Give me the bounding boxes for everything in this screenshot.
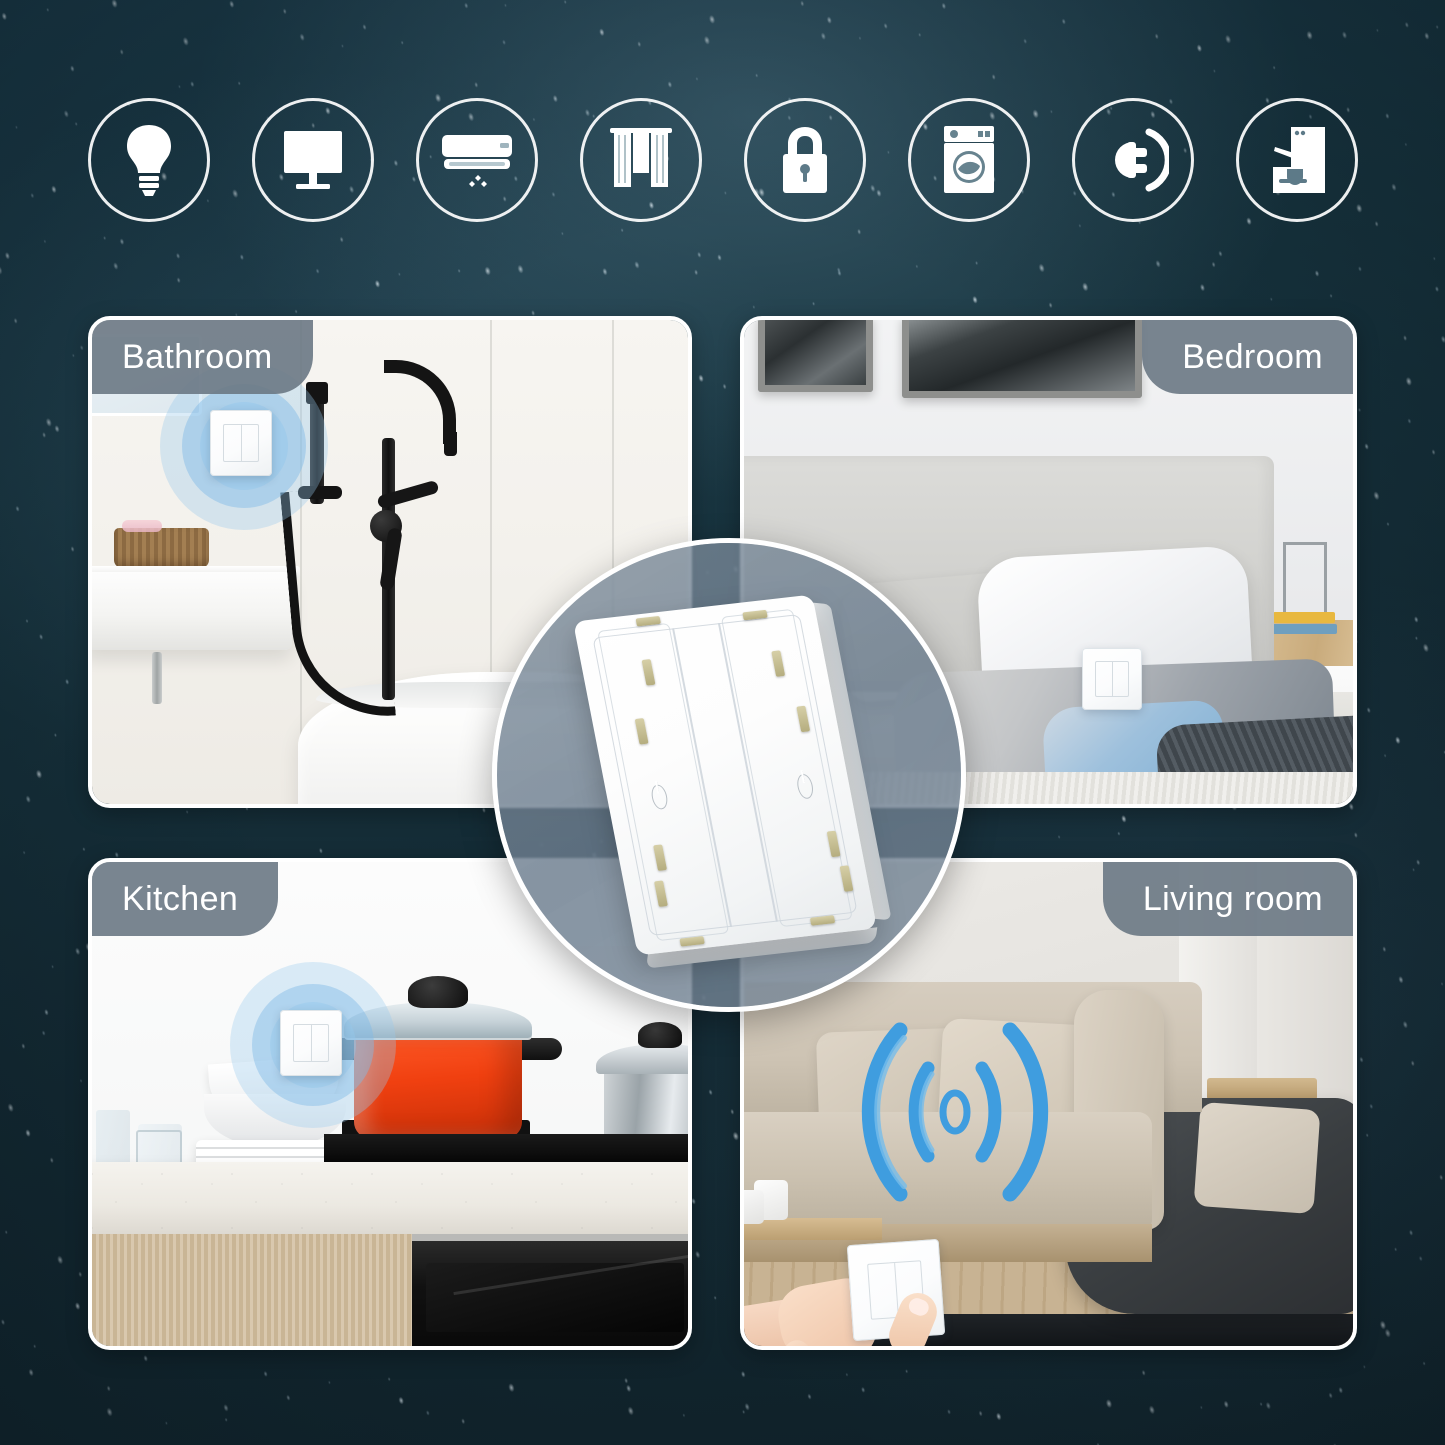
wall-switch-bedroom[interactable] [1082,648,1142,710]
wall-switch-kitchen[interactable] [280,1010,342,1076]
padlock-icon[interactable] [744,98,866,222]
framed-artwork-left [758,320,873,392]
wall-switch-bathroom[interactable] [210,410,272,476]
built-in-oven [412,1234,688,1346]
switch-rocker[interactable] [1094,661,1130,697]
red-pot-knob [408,976,468,1008]
floating-vanity [92,572,292,650]
kitchen-countertop [92,1162,688,1234]
room-label-livingroom: Living room [1102,862,1353,936]
switch-rocker[interactable] [293,1023,329,1063]
shower-head [306,382,328,404]
armchair-cushion [1193,1101,1321,1215]
shower-holder [298,486,342,499]
power-plug-icon[interactable] [1072,98,1194,222]
room-label-bathroom: Bathroom [92,320,313,394]
wood-cabinet [92,1234,412,1346]
wicker-basket [114,520,209,568]
room-label-bedroom: Bedroom [1142,320,1353,394]
device-icon-row [88,96,1358,224]
stainless-pot-knob [638,1022,682,1048]
air-conditioner-icon[interactable] [416,98,538,222]
poster-background: Bathroom Bedroom Kitchen Living room [0,0,1445,1445]
product-hero-circle[interactable] [492,538,966,1012]
mount-clip-tab [679,936,705,947]
side-table [1207,1078,1317,1100]
framed-artwork-center [902,320,1142,398]
light-bulb-icon[interactable] [88,98,210,222]
switch-rocker[interactable] [223,423,259,463]
table-lamp [1283,542,1327,612]
oven-glass-door [426,1263,684,1332]
book-stack-blue [1269,624,1337,634]
plumbing-pipe [152,652,162,704]
mount-clip-tab [809,915,836,926]
book-stack-yellow [1273,612,1335,623]
room-label-kitchen: Kitchen [92,862,279,936]
faucet-spout [444,432,457,456]
coffee-machine-icon[interactable] [1236,98,1358,222]
red-cooking-pot [354,1032,522,1138]
curtain-icon[interactable] [580,98,702,222]
tv-monitor-icon[interactable] [252,98,374,222]
washing-machine-icon[interactable] [908,98,1030,222]
